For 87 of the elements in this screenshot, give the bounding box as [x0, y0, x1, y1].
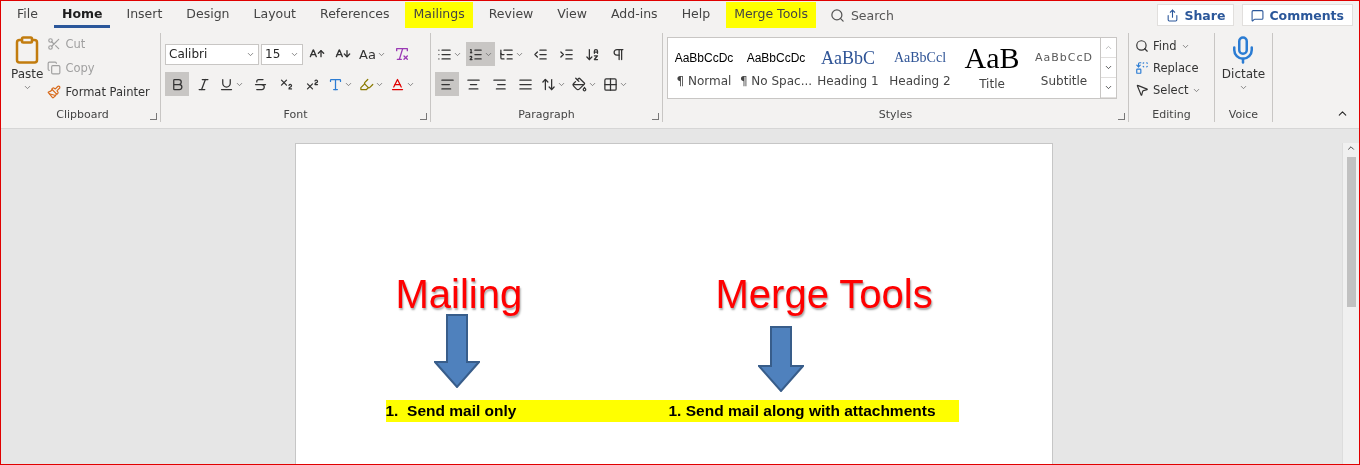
callout-label: Merge Tools [715, 274, 934, 314]
ribbon-tab[interactable]: Layout [245, 2, 304, 28]
replace-button[interactable]: Replace [1133, 57, 1204, 79]
share-button[interactable]: Share [1157, 4, 1235, 26]
pointer-icon [1135, 83, 1149, 97]
style-item[interactable]: AaBbCcl Heading 2 [884, 38, 956, 98]
bullet-list-icon [437, 46, 452, 62]
callout-label: Mailing [395, 274, 524, 314]
ribbon-tab[interactable]: Mailings [405, 2, 473, 28]
pilcrow-icon [610, 46, 626, 62]
font-color-icon [390, 76, 405, 92]
vertical-scrollbar[interactable] [1342, 143, 1359, 464]
change-case-button[interactable]: Aa [357, 42, 388, 66]
font-size-field[interactable]: 15 [261, 43, 303, 65]
replace-icon [1135, 61, 1149, 75]
underline-icon [219, 76, 234, 92]
launcher-icon[interactable] [652, 113, 659, 120]
ribbon-tab[interactable]: Design [178, 2, 238, 28]
paintbrush-icon [47, 85, 62, 99]
list-item: 1. Send mail only [385, 400, 669, 422]
text-effects-icon [328, 76, 343, 92]
down-arrow [757, 326, 804, 392]
ribbon-tab[interactable]: Merge Tools [726, 2, 816, 28]
font-name-field[interactable]: Calibri [165, 43, 259, 65]
copy-icon [47, 61, 62, 75]
borders-icon [603, 76, 618, 92]
dictate-button[interactable]: Dictate [1219, 33, 1268, 108]
style-item[interactable]: AaBbCcDc ¶ Normal [668, 38, 740, 98]
caret-icon [22, 83, 32, 92]
ribbon-tab[interactable]: Review [480, 2, 542, 28]
left-button[interactable] [435, 72, 459, 96]
search-icon [829, 7, 845, 23]
chevron-down-icon [1104, 63, 1113, 72]
style-item[interactable]: AaBbC Heading 1 [812, 38, 884, 98]
style-item[interactable]: AaB Title [956, 38, 1028, 98]
group-label: Font [283, 108, 308, 122]
align-right-icon [491, 76, 507, 92]
group-label: Editing [1152, 108, 1191, 122]
group-label: Paragraph [518, 108, 575, 122]
align-center-icon [465, 76, 481, 92]
search-field[interactable]: Search [829, 7, 894, 23]
share-icon [1166, 8, 1180, 22]
ribbon-tab[interactable]: Add-ins [603, 2, 666, 28]
style-item[interactable]: AaBbCcD Subtitle [1028, 38, 1100, 98]
search-icon [1135, 39, 1149, 53]
italic-icon [195, 76, 211, 92]
justify-icon [517, 76, 533, 92]
ribbon-tab[interactable]: Home [53, 2, 111, 28]
increase-indent-icon [558, 46, 574, 62]
highlighter-icon [359, 76, 374, 92]
sort-icon [584, 46, 600, 62]
ribbon-tab[interactable]: Help [673, 2, 719, 28]
align-left-icon [439, 76, 455, 92]
chevron-up-icon [1104, 43, 1113, 52]
group-label: Voice [1228, 108, 1259, 122]
select-button[interactable]: Select [1133, 79, 1204, 101]
list-item: 1. Send mail along with attachments [668, 400, 959, 422]
clear-formatting-icon [393, 46, 410, 62]
ribbon-tab[interactable]: File [9, 2, 46, 28]
chevron-up-icon[interactable] [1346, 143, 1356, 153]
numbering-button[interactable] [466, 42, 495, 66]
superscript-icon [304, 76, 320, 92]
ribbon-tab[interactable]: References [312, 2, 398, 28]
line-spacing-icon [541, 76, 556, 92]
ribbon-tab[interactable]: Insert [118, 2, 171, 28]
comment-icon [1251, 8, 1265, 22]
launcher-icon[interactable] [1118, 113, 1125, 120]
comments-button[interactable]: Comments [1242, 4, 1353, 26]
group-label: Styles [878, 108, 913, 122]
decrease-indent-icon [532, 46, 548, 62]
scissors-icon [47, 37, 62, 51]
bold-button[interactable] [165, 72, 189, 96]
strikethrough-icon [252, 76, 268, 92]
paste-button[interactable]: Paste [9, 33, 46, 108]
group-label: Clipboard [56, 108, 109, 122]
caret-icon [1239, 83, 1248, 92]
paint-bucket-icon [572, 76, 587, 92]
format-painter-button[interactable]: Format Painter [45, 81, 152, 103]
numbered-list-icon [468, 46, 483, 62]
ribbon-tab[interactable]: View [549, 2, 595, 28]
multilevel-list-icon [499, 46, 514, 62]
style-item[interactable]: AaBbCcDc ¶ No Spac... [740, 38, 812, 98]
launcher-icon[interactable] [420, 113, 427, 120]
launcher-icon[interactable] [150, 113, 157, 120]
subscript-icon [278, 76, 294, 92]
scrollbar-thumb[interactable] [1346, 157, 1356, 307]
find-button[interactable]: Find [1133, 35, 1204, 57]
